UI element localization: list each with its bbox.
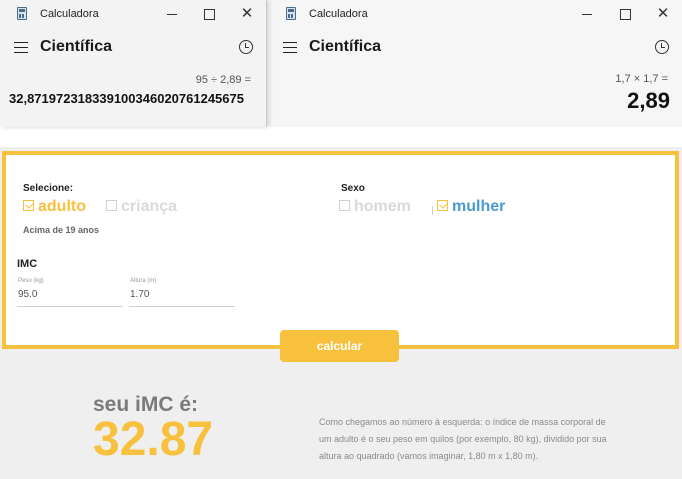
minimize-icon[interactable] <box>162 4 182 24</box>
calc-expression: 1,7 × 1,7 = <box>615 73 668 85</box>
height-underline <box>129 306 235 307</box>
option-label: homem <box>354 198 411 215</box>
calculator-window-left: Calculadora ✕ Científica 95 ÷ 2,89 = 32,… <box>0 0 267 127</box>
checkbox-icon <box>339 200 350 211</box>
maximize-icon[interactable] <box>615 4 635 24</box>
height-input[interactable]: 1.70 <box>130 289 149 300</box>
calc-result: 2,89 <box>627 88 670 113</box>
calculator-app-icon <box>286 7 296 20</box>
maximize-icon[interactable] <box>199 4 219 24</box>
calcular-button[interactable]: calcular <box>280 330 399 362</box>
separator <box>0 127 682 147</box>
select-label: Selecione: <box>23 183 74 194</box>
option-crianca[interactable]: criança <box>106 198 177 216</box>
divider <box>432 206 433 215</box>
mode-title: Científica <box>40 38 113 55</box>
hamburger-menu-icon[interactable] <box>14 42 28 53</box>
option-label: mulher <box>452 198 506 215</box>
option-label: adulto <box>38 198 86 215</box>
weight-label: Peso (kg) <box>18 278 44 284</box>
calculator-window-right: Calculadora ✕ Científica 1,7 × 1,7 = 2,8… <box>269 0 682 127</box>
checkbox-icon <box>437 200 448 211</box>
history-icon[interactable] <box>239 40 253 54</box>
close-icon[interactable]: ✕ <box>653 4 673 24</box>
sex-label: Sexo <box>341 183 365 194</box>
calc-result: 32,871972318339100346020761245675 <box>9 91 244 106</box>
option-label: criança <box>121 198 178 215</box>
mode-title: Científica <box>309 38 382 55</box>
window-title: Calculadora <box>309 8 368 20</box>
window-title: Calculadora <box>40 8 99 20</box>
history-icon[interactable] <box>655 40 669 54</box>
hamburger-menu-icon[interactable] <box>283 42 297 53</box>
option-adulto[interactable]: adulto <box>23 198 86 216</box>
height-label: Altura (m) <box>130 278 157 284</box>
calc-expression: 95 ÷ 2,89 = <box>195 74 251 86</box>
age-note: Acima de 19 anos <box>23 225 100 235</box>
weight-underline <box>17 306 122 307</box>
title-bar: Calculadora ✕ <box>0 0 266 28</box>
close-icon[interactable]: ✕ <box>237 4 257 24</box>
weight-input[interactable]: 95.0 <box>18 289 37 300</box>
imc-explanation: Como chegamos ao número à esquerda: o ín… <box>319 417 607 461</box>
title-bar: Calculadora ✕ <box>269 0 682 28</box>
imc-result-value: 32.87 <box>93 413 214 466</box>
minimize-icon[interactable] <box>577 4 597 24</box>
checkbox-icon <box>23 200 34 211</box>
imc-section-title: IMC <box>17 258 38 270</box>
calculator-app-icon <box>17 7 27 20</box>
option-mulher[interactable]: mulher <box>437 198 505 216</box>
option-homem[interactable]: homem <box>339 198 411 216</box>
checkbox-icon <box>106 200 117 211</box>
imc-form <box>2 151 679 349</box>
